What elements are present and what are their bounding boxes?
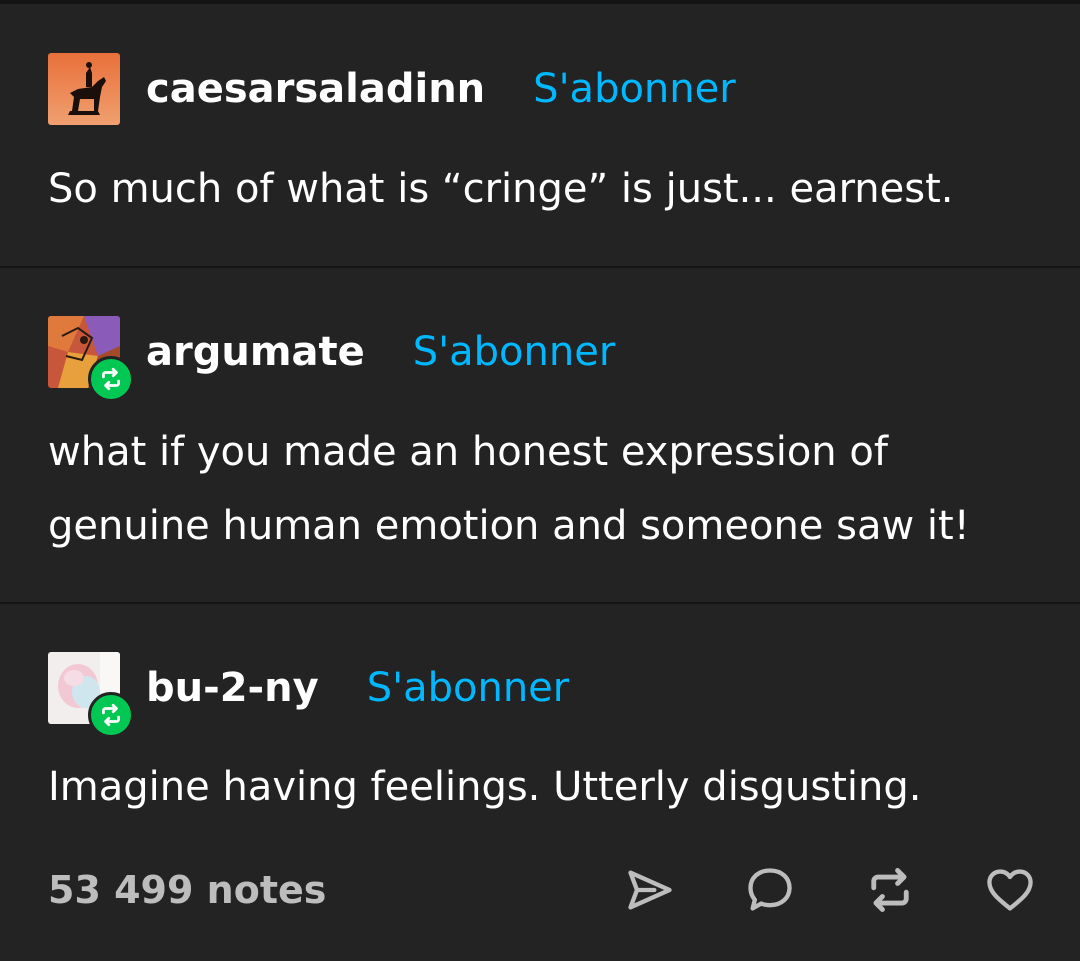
post-text: So much of what is “cringe” is just... e… (48, 152, 1048, 226)
notes-count[interactable]: 53 499 notes (48, 868, 326, 912)
username[interactable]: caesarsaladinn (146, 66, 485, 112)
post-text-line: genuine human emotion and someone saw it… (48, 503, 970, 549)
share-icon (628, 870, 672, 910)
avatar[interactable] (48, 316, 134, 402)
post-text: Imagine having feelings. Utterly disgust… (48, 750, 1048, 824)
post-text-line: Imagine having feelings. Utterly disgust… (48, 764, 922, 810)
post-header: argumate S'abonner (48, 316, 616, 402)
post-text: what if you made an honest expression of… (48, 415, 1048, 563)
post-actions (558, 858, 1038, 922)
username[interactable]: bu-2-ny (146, 665, 319, 711)
comment-button[interactable] (742, 862, 798, 918)
post-header: caesarsaladinn S'abonner (48, 53, 736, 125)
post-footer: 53 499 notes (48, 858, 1038, 922)
reblog-icon (871, 868, 909, 912)
reblog-button[interactable] (862, 862, 918, 918)
post-text-line: what if you made an honest expression of (48, 429, 888, 475)
reblog-badge (88, 692, 134, 738)
post-caesarsaladinn: caesarsaladinn S'abonner So much of what… (0, 4, 1080, 266)
share-button[interactable] (622, 862, 678, 918)
reblog-icon (102, 367, 120, 391)
like-heart-icon (987, 869, 1033, 911)
follow-button[interactable]: S'abonner (533, 66, 736, 112)
like-button[interactable] (982, 862, 1038, 918)
post-argumate: argumate S'abonner what if you made an h… (0, 268, 1080, 602)
avatar[interactable] (48, 53, 120, 125)
post-header: bu-2-ny S'abonner (48, 652, 570, 738)
comment-icon (748, 868, 792, 911)
follow-button[interactable]: S'abonner (413, 329, 616, 375)
horse-statue-avatar-icon (48, 53, 120, 125)
reblog-icon (102, 703, 120, 727)
reblog-badge (88, 356, 134, 402)
follow-button[interactable]: S'abonner (367, 665, 570, 711)
username[interactable]: argumate (146, 329, 365, 375)
post-text-line: So much of what is “cringe” is just... e… (48, 166, 954, 212)
avatar[interactable] (48, 652, 134, 738)
